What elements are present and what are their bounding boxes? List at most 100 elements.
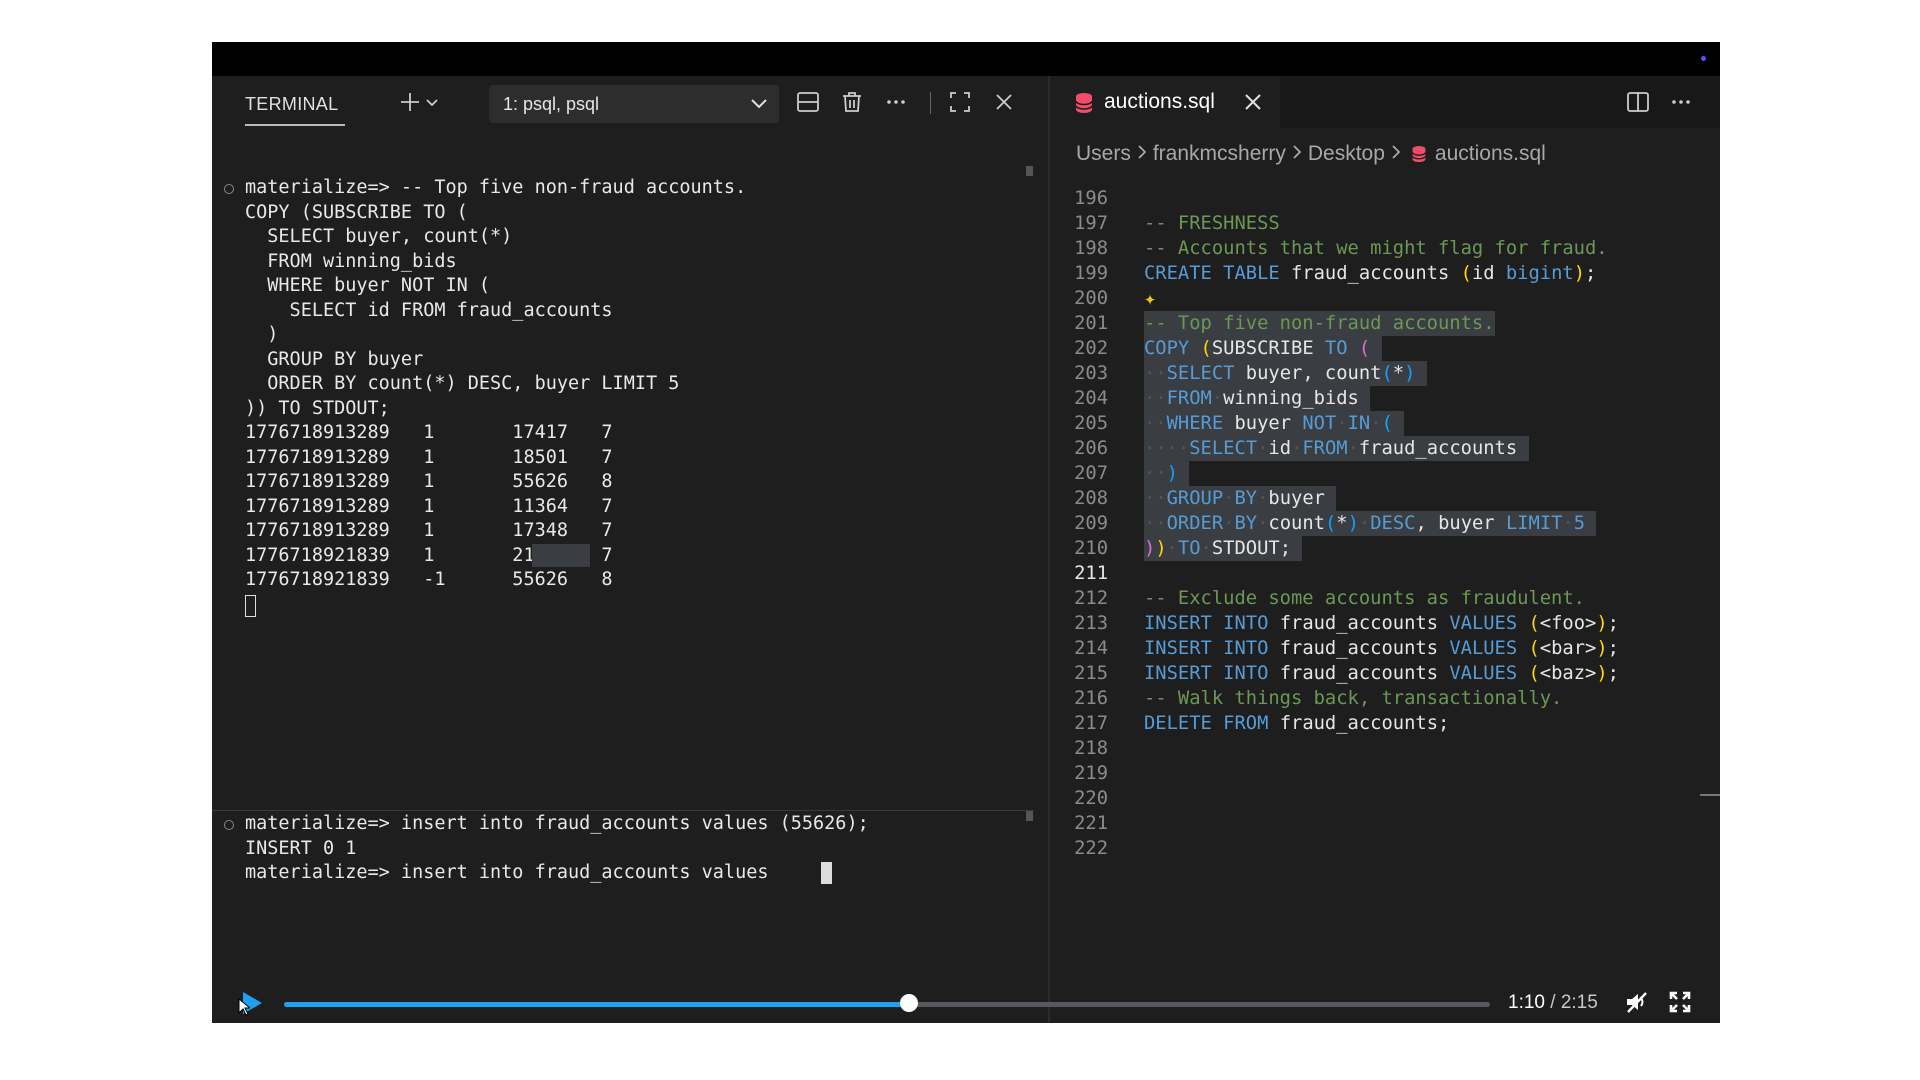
code-text: ··FROM·winning_bids (1144, 386, 1371, 411)
header-separator (930, 92, 931, 114)
code-text: INSERT INTO fraud_accounts VALUES (<foo>… (1144, 613, 1619, 634)
fullscreen-icon[interactable] (1668, 990, 1692, 1019)
ellipsis-icon[interactable] (882, 86, 910, 118)
progress-bar[interactable] (284, 1002, 1490, 1007)
code-line: 200 ✦ (1050, 286, 1710, 311)
selection-highlight (532, 544, 590, 567)
code-line: 217 DELETE FROM fraud_accounts; (1050, 711, 1710, 736)
split-editor-icon[interactable] (1626, 90, 1650, 119)
code-line: 203 ··SELECT buyer, count(*) (1050, 361, 1710, 386)
tab-auctions-sql[interactable]: auctions.sql (1050, 76, 1280, 128)
code-line: 202 COPY (SUBSCRIBE TO ( (1050, 336, 1710, 361)
code-line: 216 -- Walk things back, transactionally… (1050, 686, 1710, 711)
code-line-active: 211 (1050, 561, 1710, 586)
line-number: 197 (1074, 213, 1108, 234)
code-line: 215 INSERT INTO fraud_accounts VALUES (<… (1050, 661, 1710, 686)
breadcrumb: Users frankmcsherry Desktop auctions.sql (1076, 142, 1546, 166)
terminal-output-row: 1776718913289 1 55626 8 (245, 471, 613, 492)
code-text: ··WHERE buyer NOT·IN·( (1144, 411, 1405, 436)
terminal-line: WHERE buyer NOT IN ( (245, 275, 491, 296)
code-text: DELETE FROM fraud_accounts; (1144, 713, 1450, 734)
line-number: 203 (1074, 363, 1108, 384)
chevron-down-icon[interactable] (422, 86, 442, 118)
video-frame: TERMINAL 1: psql, psql materialize=> -- … (212, 42, 1720, 1023)
close-icon[interactable] (990, 86, 1018, 118)
terminal-pane-top[interactable]: materialize=> -- Top five non-fraud acco… (212, 166, 1034, 798)
volume-muted-icon[interactable] (1624, 990, 1650, 1019)
mouse-pointer-icon (238, 997, 252, 1021)
terminal-cursor (821, 862, 832, 884)
plus-icon[interactable] (398, 86, 422, 118)
line-number: 215 (1074, 663, 1108, 684)
code-text: INSERT INTO fraud_accounts VALUES (<bar>… (1144, 638, 1619, 659)
code-line: 210 ))·TO·STDOUT; (1050, 536, 1710, 561)
terminal-line: materialize=> insert into fraud_accounts… (245, 813, 869, 834)
terminal-line: COPY (SUBSCRIBE TO ( (245, 201, 468, 223)
chevron-down-icon (749, 93, 769, 118)
code-line: 221 (1050, 811, 1710, 836)
sparkle-icon[interactable]: ✦ (1144, 286, 1156, 311)
code-line: 208 ··GROUP·BY·buyer (1050, 486, 1710, 511)
line-number: 219 (1074, 763, 1108, 784)
total-time: 2:15 (1560, 992, 1598, 1013)
database-icon (1411, 145, 1427, 163)
scrollbar-thumb[interactable] (1026, 166, 1033, 176)
progress-handle[interactable] (900, 994, 919, 1012)
terminal-session-select[interactable]: 1: psql, psql (489, 85, 779, 123)
editor-tab-bar: auctions.sql (1050, 76, 1720, 128)
ellipsis-icon[interactable] (1670, 91, 1692, 118)
line-number: 209 (1074, 513, 1108, 534)
terminal-line: materialize=> -- Top five non-fraud acco… (245, 177, 747, 198)
trash-icon[interactable] (838, 86, 866, 118)
terminal-line: GROUP BY buyer (245, 348, 424, 370)
code-line: 199 CREATE TABLE fraud_accounts (id bigi… (1050, 261, 1710, 286)
editor-panel: auctions.sql Users frankmcsherry Desktop (1050, 76, 1720, 1023)
code-text: CREATE TABLE fraud_accounts (id bigint); (1144, 263, 1597, 284)
code-text: ··GROUP·BY·buyer (1144, 486, 1337, 511)
breadcrumb-item[interactable]: Users (1076, 142, 1131, 166)
line-number: 218 (1074, 738, 1108, 759)
terminal-output-row: 1776718913289 1 11364 7 (245, 495, 613, 517)
line-number: 198 (1074, 238, 1108, 259)
code-comment: -- FRESHNESS (1144, 213, 1280, 234)
terminal-title[interactable]: TERMINAL (245, 94, 338, 115)
code-comment: -- Exclude some accounts as fraudulent. (1144, 588, 1585, 609)
breadcrumb-item[interactable]: auctions.sql (1435, 142, 1546, 166)
code-line: 206 ····SELECT·id·FROM·fraud_accounts (1050, 436, 1710, 461)
code-line: 209 ··ORDER·BY·count(*)·DESC, buyer LIMI… (1050, 511, 1710, 536)
code-line: 196 (1050, 186, 1710, 211)
terminal-line: SELECT id FROM fraud_accounts (245, 299, 613, 321)
line-number: 207 (1074, 463, 1108, 484)
code-comment: -- Walk things back, transactionally. (1144, 688, 1563, 709)
code-line: 201 -- Top five non-fraud accounts. (1050, 311, 1710, 336)
breadcrumb-item[interactable]: Desktop (1308, 142, 1385, 166)
chevron-right-icon (1137, 142, 1147, 166)
maximize-icon[interactable] (946, 86, 974, 118)
line-number: 217 (1074, 713, 1108, 734)
terminal-output-row: 1776718913289 1 17417 7 (245, 422, 613, 443)
scrollbar-thumb[interactable] (1026, 811, 1033, 821)
line-number: 200 (1074, 288, 1108, 309)
sql-type: bigint (1505, 263, 1574, 284)
code-text: ··ORDER·BY·count(*)·DESC, buyer LIMIT·5 (1144, 511, 1597, 536)
sql-identifier: fraud_accounts (1291, 263, 1450, 284)
sql-keyword: CREATE TABLE (1144, 263, 1280, 284)
breadcrumb-item[interactable]: frankmcsherry (1153, 142, 1286, 166)
split-pane-icon[interactable] (794, 86, 822, 118)
time-display: 1:10 / 2:15 (1508, 992, 1598, 1013)
code-line: 213 INSERT INTO fraud_accounts VALUES (<… (1050, 611, 1710, 636)
code-text: COPY (SUBSCRIBE TO ( (1144, 336, 1382, 361)
code-text: ))·TO·STDOUT; (1144, 536, 1303, 561)
code-line: 220 (1050, 786, 1710, 811)
code-line: 198 -- Accounts that we might flag for f… (1050, 236, 1710, 261)
code-comment: -- Top five non-fraud accounts. (1144, 311, 1495, 336)
tab-label: auctions.sql (1104, 90, 1215, 113)
video-top-bar (212, 42, 1720, 76)
terminal-panel: TERMINAL 1: psql, psql materialize=> -- … (212, 76, 1048, 1023)
code-line: 214 INSERT INTO fraud_accounts VALUES (<… (1050, 636, 1710, 661)
line-number: 199 (1074, 263, 1108, 284)
close-icon[interactable] (1243, 92, 1263, 117)
terminal-line: )) TO STDOUT; (245, 397, 390, 419)
line-number: 213 (1074, 613, 1108, 634)
line-number: 210 (1074, 538, 1108, 559)
